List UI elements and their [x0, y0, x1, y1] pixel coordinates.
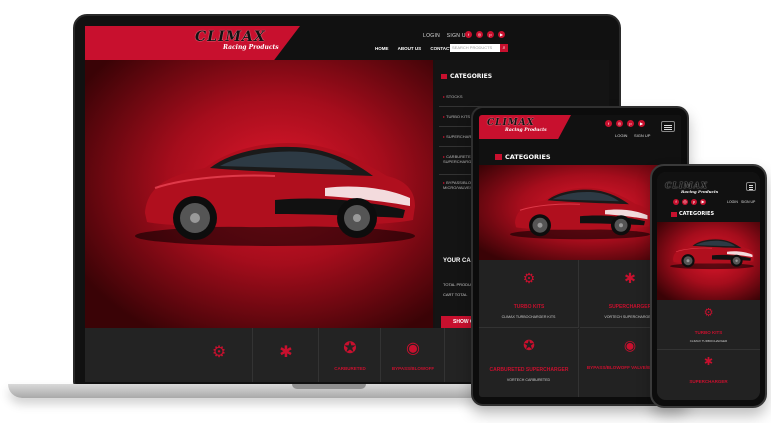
tablet-cell-carbureted[interactable]: ✪ CARBURETED SUPERCHARGER VORTECH CARBUR… [479, 329, 579, 397]
categories-title: CATEGORIES [450, 73, 493, 80]
tablet-header: CLIMAX Racing Products f ◎ p ▶ LOGIN SIG… [479, 115, 681, 149]
youtube-icon[interactable]: ▶ [498, 31, 505, 38]
nav-about[interactable]: ABOUT US [398, 46, 422, 51]
sidebar-item-stocks[interactable]: STOCKS [443, 94, 462, 99]
phone-item-turbo[interactable]: ⚙ TURBO KITS CLIMAX TURBOCHARGER [657, 300, 760, 350]
pinterest-icon[interactable]: p [627, 120, 634, 127]
turbo-icon: ⚙ [703, 307, 714, 319]
item-title: SUPERCHARGER [689, 379, 728, 384]
cell-title: CARBURETED SUPERCHARGER [489, 367, 569, 373]
brand-tagline: Racing Products [681, 189, 719, 194]
turbo-icon: ⚙ [211, 344, 227, 361]
brand-tagline: Racing Products [505, 128, 547, 133]
car-image [134, 142, 416, 247]
menu-icon[interactable] [746, 182, 756, 191]
phone-categories-bar[interactable]: CATEGORIES [657, 208, 760, 222]
instagram-icon[interactable]: ◎ [476, 31, 483, 38]
brand-logo[interactable]: CLIMAX [195, 29, 266, 45]
phone-screen: CLIMAX Racing Products f ◎ p ▶ LOGIN SIG… [657, 172, 760, 400]
phone-device: CLIMAX Racing Products f ◎ p ▶ LOGIN SIG… [650, 164, 767, 408]
tile-bypass[interactable]: ◉ BYPASS/BLOWOFF [381, 328, 445, 382]
tile-carbureted[interactable]: ✪ CARBURETED [319, 328, 381, 382]
menu-icon[interactable] [661, 121, 675, 132]
youtube-icon[interactable]: ▶ [700, 199, 706, 205]
supercharger-icon: ✱ [279, 344, 293, 361]
categories-icon [441, 74, 447, 79]
cell-title: TURBO KITS [513, 304, 545, 310]
phone-header: CLIMAX Racing Products f ◎ p ▶ LOGIN SIG… [657, 172, 760, 208]
sidebar-item-turbo[interactable]: TURBO KITS [443, 114, 470, 119]
cell-subtitle: VORTECH CARBURETED [506, 378, 551, 382]
search-input[interactable]: SEARCH PRODUCTS [450, 44, 500, 52]
carb-icon: ✪ [523, 337, 535, 353]
phone-item-supercharger[interactable]: ✱ SUPERCHARGER [657, 351, 760, 400]
categories-title: CATEGORIES [505, 153, 551, 161]
categories-icon [495, 154, 502, 160]
pinterest-icon[interactable]: p [691, 199, 697, 205]
laptop-notch [292, 384, 366, 389]
login-link[interactable]: LOGIN [423, 33, 440, 39]
instagram-icon[interactable]: ◎ [616, 120, 623, 127]
turbo-icon: ⚙ [522, 270, 536, 286]
site-header: CLIMAX Racing Products LOGIN SIGN UP f ◎… [85, 26, 609, 60]
brand-tagline: Racing Products [223, 44, 279, 51]
categories-title: CATEGORIES [679, 211, 715, 217]
signup-link[interactable]: SIGN UP [741, 200, 755, 204]
hero-banner [85, 60, 435, 328]
item-title: TURBO KITS [694, 330, 723, 335]
car-image [509, 187, 651, 240]
phone-hero [657, 222, 760, 300]
instagram-icon[interactable]: ◎ [682, 199, 688, 205]
youtube-icon[interactable]: ▶ [638, 120, 645, 127]
valve-icon: ◉ [406, 340, 420, 357]
tile-label: BYPASS/BLOWOFF [391, 366, 435, 371]
tile-label: CARBURETED [334, 366, 366, 371]
search-icon[interactable]: ⌕ [500, 44, 508, 52]
phone-category-list: ⚙ TURBO KITS CLIMAX TURBOCHARGER ✱ SUPER… [657, 300, 760, 400]
tile-turbo[interactable]: ⚙ [185, 328, 253, 382]
tablet-cell-turbo[interactable]: ⚙ TURBO KITS CLIMAX TURBOCHARGER KITS [479, 260, 579, 328]
tablet-categories-bar[interactable]: CATEGORIES [479, 149, 681, 165]
cell-subtitle: CLIMAX TURBOCHARGER KITS [501, 315, 556, 319]
car-image [669, 237, 755, 270]
item-subtitle: CLIMAX TURBOCHARGER [689, 339, 728, 343]
tile-supercharger[interactable]: ✱ [253, 328, 319, 382]
logo-band [85, 26, 300, 60]
signup-link[interactable]: SIGN UP [634, 133, 650, 138]
brand-logo[interactable]: CLIMAX [487, 118, 535, 128]
facebook-icon[interactable]: f [465, 31, 472, 38]
pinterest-icon[interactable]: p [487, 31, 494, 38]
supercharger-icon: ✱ [703, 356, 714, 368]
login-link[interactable]: LOGIN [615, 133, 627, 138]
carb-icon: ✪ [343, 340, 357, 357]
categories-icon [671, 212, 677, 217]
cart-total-label: CART TOTAL [443, 292, 468, 297]
facebook-icon[interactable]: f [673, 199, 679, 205]
facebook-icon[interactable]: f [605, 120, 612, 127]
login-link[interactable]: LOGIN [727, 200, 738, 204]
nav-home[interactable]: HOME [375, 46, 389, 51]
